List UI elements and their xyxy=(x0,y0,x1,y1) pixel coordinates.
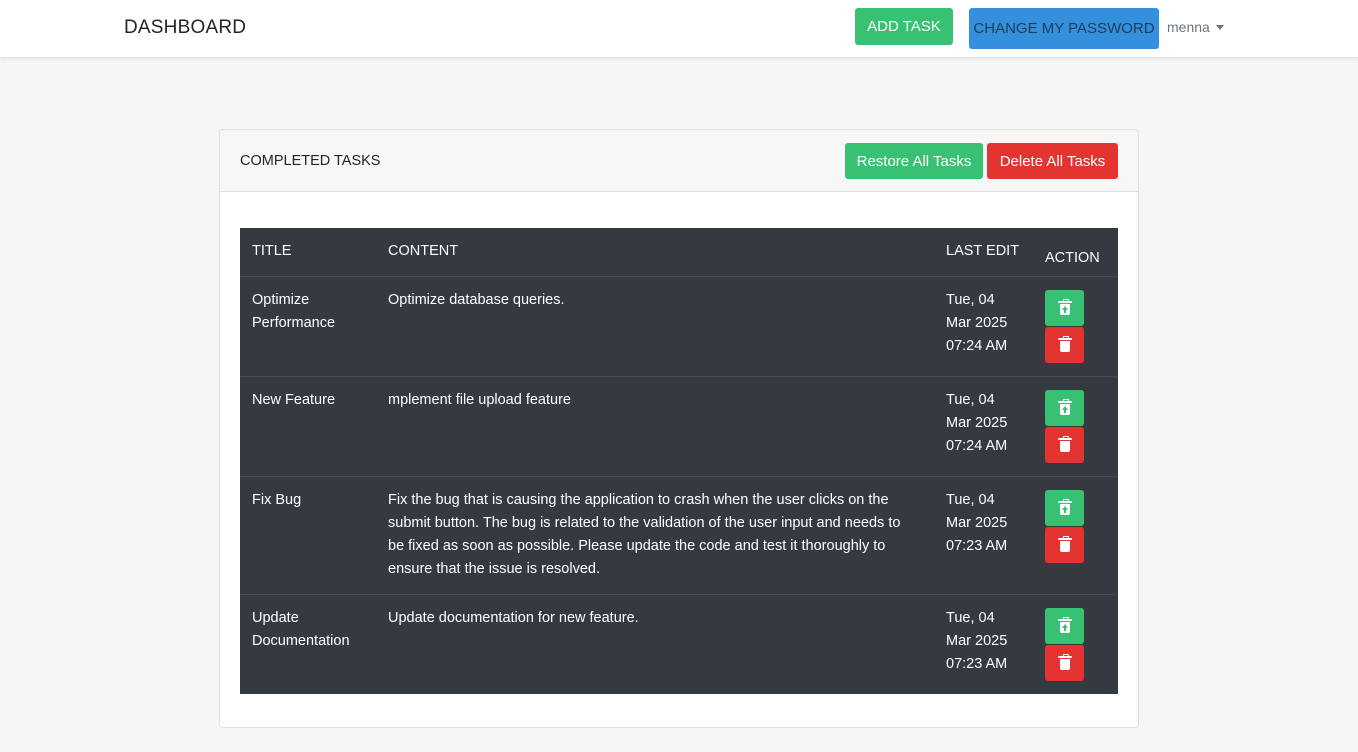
table-row: Update Documentation Update documentatio… xyxy=(240,593,1118,694)
table-row: New Feature mplement file upload feature… xyxy=(240,375,1118,476)
task-title: Fix Bug xyxy=(240,475,376,594)
task-content: Fix the bug that is causing the applicat… xyxy=(376,475,934,594)
restore-task-button[interactable] xyxy=(1045,389,1084,426)
restore-all-tasks-button[interactable]: Restore All Tasks xyxy=(845,143,983,179)
table-row: Fix Bug Fix the bug that is causing the … xyxy=(240,475,1118,594)
trash-icon xyxy=(1057,435,1072,452)
task-actions xyxy=(1033,275,1118,376)
task-content: mplement file upload feature xyxy=(376,375,934,476)
task-title: Update Documentation xyxy=(240,593,376,694)
card-title: COMPLETED TASKS xyxy=(240,153,381,169)
task-content: Update documentation for new feature. xyxy=(376,593,934,694)
trash-restore-icon xyxy=(1057,298,1072,315)
change-password-button[interactable]: CHANGE MY PASSWORD xyxy=(969,8,1159,49)
trash-icon xyxy=(1057,335,1072,352)
task-last-edit: Tue, 04 Mar 2025 07:23 AM xyxy=(934,475,1033,594)
add-task-button[interactable]: ADD TASK xyxy=(855,8,953,45)
task-actions xyxy=(1033,593,1118,694)
delete-all-tasks-button[interactable]: Delete All Tasks xyxy=(987,143,1118,179)
trash-restore-icon xyxy=(1057,498,1072,515)
table-header-row: TITLE CONTENT LAST EDIT ACTION xyxy=(240,228,1118,277)
delete-task-button[interactable] xyxy=(1045,426,1084,463)
table-row: Optimize Performance Optimize database q… xyxy=(240,275,1118,376)
trash-restore-icon xyxy=(1057,616,1072,633)
task-actions xyxy=(1033,375,1118,476)
delete-task-button[interactable] xyxy=(1045,644,1084,681)
task-title: Optimize Performance xyxy=(240,275,376,376)
task-last-edit: Tue, 04 Mar 2025 07:24 AM xyxy=(934,275,1033,376)
header-last-edit: LAST EDIT xyxy=(934,228,1033,277)
header-action: ACTION xyxy=(1033,228,1118,277)
delete-task-button[interactable] xyxy=(1045,326,1084,363)
tasks-table: TITLE CONTENT LAST EDIT ACTION Optimize … xyxy=(240,228,1118,694)
brand-title[interactable]: DASHBOARD xyxy=(124,17,246,39)
delete-task-button[interactable] xyxy=(1045,526,1084,563)
card-header: COMPLETED TASKS Restore All Tasks Delete… xyxy=(220,130,1138,192)
top-navbar: DASHBOARD ADD TASK CHANGE MY PASSWORD me… xyxy=(0,0,1358,57)
header-title: TITLE xyxy=(240,228,376,277)
task-title: New Feature xyxy=(240,375,376,476)
task-content: Optimize database queries. xyxy=(376,275,934,376)
user-name: menna xyxy=(1167,19,1210,35)
trash-icon xyxy=(1057,653,1072,670)
task-last-edit: Tue, 04 Mar 2025 07:23 AM xyxy=(934,593,1033,694)
task-last-edit: Tue, 04 Mar 2025 07:24 AM xyxy=(934,375,1033,476)
completed-tasks-card: COMPLETED TASKS Restore All Tasks Delete… xyxy=(219,129,1139,728)
caret-down-icon xyxy=(1215,24,1224,30)
user-dropdown[interactable]: menna xyxy=(1167,19,1224,35)
trash-icon xyxy=(1057,535,1072,552)
restore-task-button[interactable] xyxy=(1045,607,1084,644)
restore-task-button[interactable] xyxy=(1045,289,1084,326)
task-actions xyxy=(1033,475,1118,594)
header-content: CONTENT xyxy=(376,228,934,277)
restore-task-button[interactable] xyxy=(1045,489,1084,526)
trash-restore-icon xyxy=(1057,398,1072,415)
